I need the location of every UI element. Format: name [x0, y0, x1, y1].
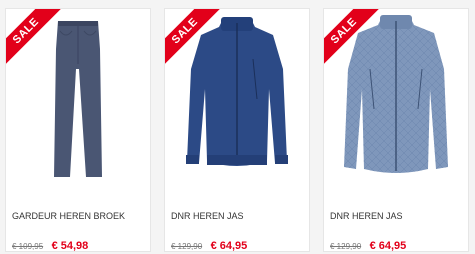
product-name[interactable]: DNR HEREN JAS [330, 211, 403, 221]
sale-price: € 54,98 [51, 240, 89, 252]
sale-price: € 64,95 [210, 240, 248, 252]
old-price: € 129,90 [330, 242, 362, 251]
price-row: € 129,90 € 64,95 [330, 236, 407, 252]
price-row: € 129,90 € 64,95 [171, 236, 248, 252]
old-price: € 109,95 [12, 242, 44, 251]
price-row: € 109,95 € 54,98 [12, 236, 89, 252]
product-card-3[interactable]: SALE DNR HEREN JAS € 129,90 € 64,95 [323, 8, 469, 252]
product-card-1[interactable]: SALE GARDEUR HEREN BROEK € 109,95 € 54,9… [5, 8, 151, 252]
sale-price: € 64,95 [369, 240, 407, 252]
product-name[interactable]: GARDEUR HEREN BROEK [12, 211, 125, 221]
product-card-2[interactable]: SALE DNR HEREN JAS € 129,90 € 64,95 [164, 8, 310, 252]
old-price: € 129,90 [171, 242, 203, 251]
product-name[interactable]: DNR HEREN JAS [171, 211, 244, 221]
